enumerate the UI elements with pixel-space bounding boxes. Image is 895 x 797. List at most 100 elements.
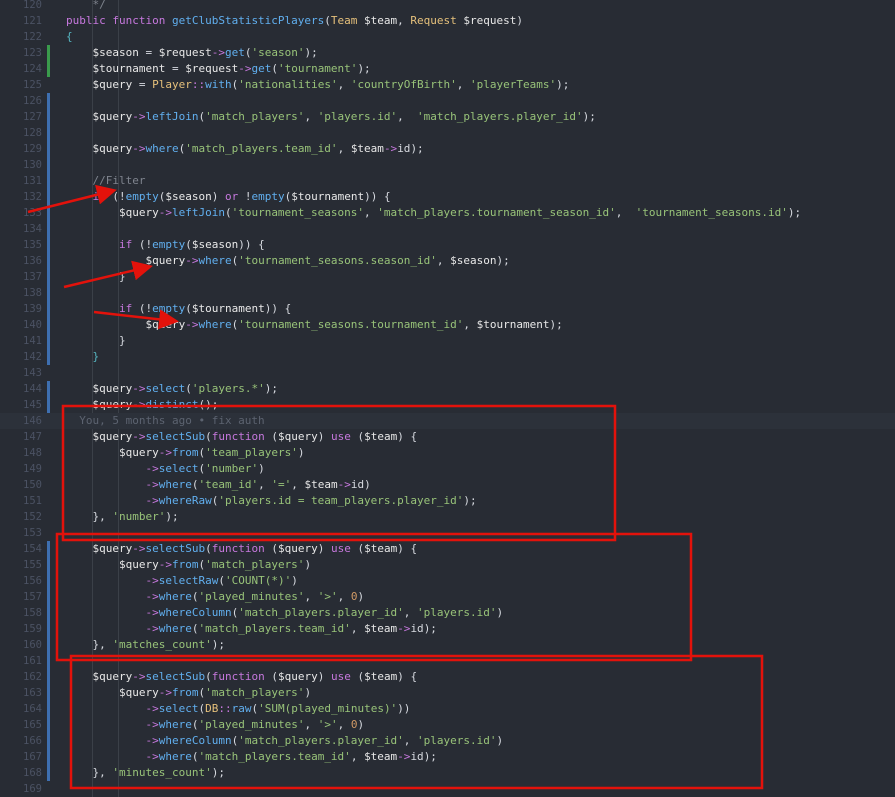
git-change-marker [47,765,50,781]
code-line[interactable]: 149 ->select('number') [0,461,895,477]
code-token: if [118,302,139,315]
code-line[interactable]: 155 $query->from('match_players') [0,557,895,573]
code-line[interactable]: 162 $query->selectSub(function ($query) … [0,669,895,685]
code-token: function [211,430,272,443]
code-line[interactable]: 143 [0,365,895,381]
code-token: 'players.id' [417,606,497,619]
line-number: 141 [23,335,42,347]
code-token: getClubStatisticPlayers [171,14,325,27]
code-line[interactable]: 147 $query->selectSub(function ($query) … [0,429,895,445]
code-token: , [403,734,418,747]
code-line[interactable]: 153 [0,525,895,541]
code-line[interactable]: 122 { [0,29,895,45]
code-line[interactable]: 137 } [0,269,895,285]
code-line[interactable]: 131 //Filter [0,173,895,189]
code-line[interactable]: 168 }, 'minutes_count'); [0,765,895,781]
code-line[interactable]: 128 [0,125,895,141]
code-line[interactable]: 165 ->where('played_minutes', '>', 0) [0,717,895,733]
git-change-marker [47,333,50,349]
code-line[interactable]: 132 if (!empty($season) or !empty($tourn… [0,189,895,205]
code-line[interactable]: 152 }, 'number'); [0,509,895,525]
code-token: ); [357,62,371,75]
line-number: 151 [23,495,42,507]
git-change-marker [47,749,50,765]
git-change-marker [47,205,50,221]
code-line[interactable]: 142 } [0,349,895,365]
code-line[interactable]: 130 [0,157,895,173]
line-number: 142 [23,351,42,363]
line-number: 128 [23,127,42,139]
code-line[interactable]: 144 $query->select('players.*'); [0,381,895,397]
code-line[interactable]: 136 $query->where('tournament_seasons.se… [0,253,895,269]
code-token: $team [364,750,398,763]
code-line[interactable]: 127 $query->leftJoin('match_players', 'p… [0,109,895,125]
code-line[interactable]: 139 if (!empty($tournament)) { [0,301,895,317]
git-change-marker [47,237,50,253]
code-line[interactable]: 167 ->where('match_players.team_id', $te… [0,749,895,765]
code-line[interactable]: 157 ->where('played_minutes', '>', 0) [0,589,895,605]
code-line[interactable]: 145 $query->distinct(); [0,397,895,413]
code-token: where [158,478,192,491]
code-line[interactable]: 125 $query = Player::with('nationalities… [0,77,895,93]
line-number: 129 [23,143,42,155]
code-text: ->select('number') [66,461,264,477]
code-line[interactable]: 129 $query->where('match_players.team_id… [0,141,895,157]
code-line[interactable]: 163 $query->from('match_players') [0,685,895,701]
code-token: $tournament [66,62,172,75]
code-token: $query [66,110,133,123]
code-line[interactable]: 161 [0,653,895,669]
code-line[interactable]: 158 ->whereColumn('match_players.player_… [0,605,895,621]
code-token: = [145,46,159,59]
code-token: whereColumn [158,734,232,747]
code-line[interactable]: 133 $query->leftJoin('tournament_seasons… [0,205,895,221]
code-line[interactable]: 123 $season = $request->get('season'); [0,45,895,61]
code-line[interactable]: 134 [0,221,895,237]
code-line[interactable]: 160 }, 'matches_count'); [0,637,895,653]
code-token: -> [185,318,199,331]
git-change-marker [47,285,50,301]
code-line[interactable]: 140 $query->where('tournament_seasons.to… [0,317,895,333]
code-token: $team [364,622,398,635]
code-line[interactable]: 156 ->selectRaw('COUNT(*)') [0,573,895,589]
code-line[interactable]: 169 [0,781,895,797]
code-token: ) [516,14,524,27]
code-line[interactable]: 138 [0,285,895,301]
git-change-marker [47,733,50,749]
code-line[interactable]: 150 ->where('team_id', '=', $team->id) [0,477,895,493]
code-line[interactable]: 120 */ [0,0,895,13]
code-line[interactable]: 121 public function getClubStatisticPlaye… [0,13,895,29]
code-token: selectRaw [158,574,219,587]
git-change-marker [47,605,50,621]
code-token: $tournament [476,318,550,331]
code-line[interactable]: 146 You, 5 months ago • fix auth [0,413,895,429]
code-line[interactable]: 148 $query->from('team_players') [0,445,895,461]
code-token: ) { [397,430,418,443]
code-token: ( [271,542,278,555]
code-text: $query->where('match_players.team_id', $… [66,141,423,157]
code-line[interactable]: 135 if (!empty($season)) { [0,237,895,253]
code-token: , [337,718,351,731]
code-token: ) [211,190,225,203]
code-line[interactable]: 151 ->whereRaw('players.id = team_player… [0,493,895,509]
code-token: -> [132,142,146,155]
code-token: )) [397,702,411,715]
code-line[interactable]: 141 } [0,333,895,349]
code-line[interactable]: 164 ->select(DB::raw('SUM(played_minutes… [0,701,895,717]
line-number: 132 [23,191,42,203]
code-editor[interactable]: 120 */ 121 public function getClubStatisti… [0,0,895,797]
code-text: You, 5 months ago • fix auth [66,413,264,429]
code-line[interactable]: 154 $query->selectSub(function ($query) … [0,541,895,557]
code-token: ) [317,670,331,683]
code-line[interactable]: 126 [0,93,895,109]
code-line[interactable]: 124 $tournament = $request->get('tournam… [0,61,895,77]
code-token: ) [357,718,365,731]
code-line[interactable]: 159 ->where('match_players.team_id', $te… [0,621,895,637]
code-line[interactable]: 166 ->whereColumn('match_players.player_… [0,733,895,749]
line-number: 153 [23,527,42,539]
code-token: ) [304,558,312,571]
line-number: 159 [23,623,42,635]
code-token: $query [66,542,133,555]
